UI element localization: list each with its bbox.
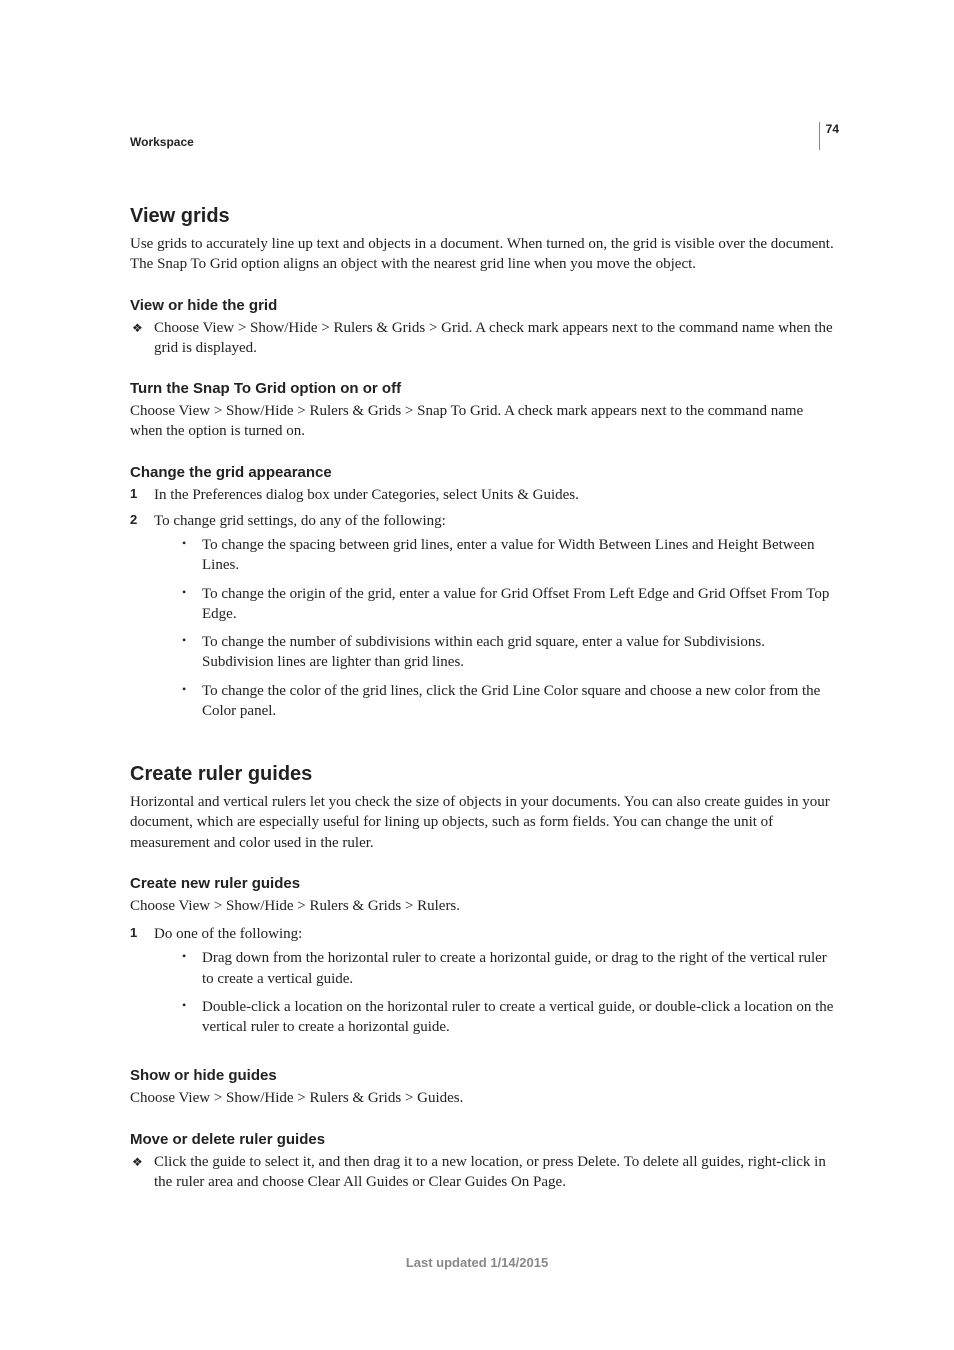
step-number: 1 — [130, 485, 144, 505]
list-item-text: To change the number of subdivisions wit… — [202, 632, 839, 673]
ordered-list: 1 In the Preferences dialog box under Ca… — [130, 485, 839, 730]
list-item-text: To change the origin of the grid, enter … — [202, 584, 839, 625]
list-item: •To change the color of the grid lines, … — [182, 681, 839, 722]
footer-last-updated: Last updated 1/14/2015 — [0, 1255, 954, 1270]
page-number: 74 — [819, 122, 839, 150]
subheading-show-hide-guides: Show or hide guides — [130, 1067, 839, 1084]
diamond-bullet-icon: ❖ — [130, 318, 144, 359]
paragraph: Choose View > Show/Hide > Rulers & Grids… — [130, 1088, 839, 1108]
list-item-text: To change the spacing between grid lines… — [202, 535, 839, 576]
subheading-create-new-ruler-guides: Create new ruler guides — [130, 875, 839, 892]
list-item-text: Double-click a location on the horizonta… — [202, 997, 839, 1038]
step-number: 2 — [130, 511, 144, 729]
heading-view-grids: View grids — [130, 205, 839, 228]
list-item: ❖ Click the guide to select it, and then… — [130, 1152, 839, 1193]
header-breadcrumb: Workspace — [130, 135, 839, 149]
bullet-icon: • — [182, 632, 192, 673]
list-item: •To change the number of subdivisions wi… — [182, 632, 839, 673]
list-item-text: To change grid settings, do any of the f… — [154, 513, 446, 529]
bullet-icon: • — [182, 997, 192, 1038]
subheading-change-grid-appearance: Change the grid appearance — [130, 464, 839, 481]
list-item: 1 In the Preferences dialog box under Ca… — [130, 485, 839, 505]
bullet-icon: • — [182, 535, 192, 576]
step-number: 1 — [130, 924, 144, 1045]
list-item-text: Click the guide to select it, and then d… — [154, 1152, 839, 1193]
list-item-text: In the Preferences dialog box under Cate… — [154, 485, 579, 505]
bullet-icon: • — [182, 584, 192, 625]
list-item-text: Choose View > Show/Hide > Rulers & Grids… — [154, 318, 839, 359]
bullet-list: •To change the spacing between grid line… — [182, 535, 839, 721]
list-item: •Drag down from the horizontal ruler to … — [182, 948, 839, 989]
subheading-snap-to-grid: Turn the Snap To Grid option on or off — [130, 380, 839, 397]
ordered-list: 1 Do one of the following: •Drag down fr… — [130, 924, 839, 1045]
list-item: •To change the origin of the grid, enter… — [182, 584, 839, 625]
bullet-icon: • — [182, 948, 192, 989]
paragraph: Use grids to accurately line up text and… — [130, 234, 839, 275]
list-item: 2 To change grid settings, do any of the… — [130, 511, 839, 729]
list-item-text: Do one of the following: — [154, 926, 302, 942]
bullet-icon: • — [182, 681, 192, 722]
bullet-list: •Drag down from the horizontal ruler to … — [182, 948, 839, 1037]
paragraph: Horizontal and vertical rulers let you c… — [130, 792, 839, 853]
list-item: •Double-click a location on the horizont… — [182, 997, 839, 1038]
heading-create-ruler-guides: Create ruler guides — [130, 763, 839, 786]
subheading-move-delete-ruler-guides: Move or delete ruler guides — [130, 1131, 839, 1148]
list-item: ❖ Choose View > Show/Hide > Rulers & Gri… — [130, 318, 839, 359]
diamond-bullet-icon: ❖ — [130, 1152, 144, 1193]
list-item: 1 Do one of the following: •Drag down fr… — [130, 924, 839, 1045]
list-item-text: Drag down from the horizontal ruler to c… — [202, 948, 839, 989]
paragraph: Choose View > Show/Hide > Rulers & Grids… — [130, 401, 839, 442]
paragraph: Choose View > Show/Hide > Rulers & Grids… — [130, 896, 839, 916]
list-item-text: To change the color of the grid lines, c… — [202, 681, 839, 722]
list-item: •To change the spacing between grid line… — [182, 535, 839, 576]
subheading-view-hide-grid: View or hide the grid — [130, 297, 839, 314]
